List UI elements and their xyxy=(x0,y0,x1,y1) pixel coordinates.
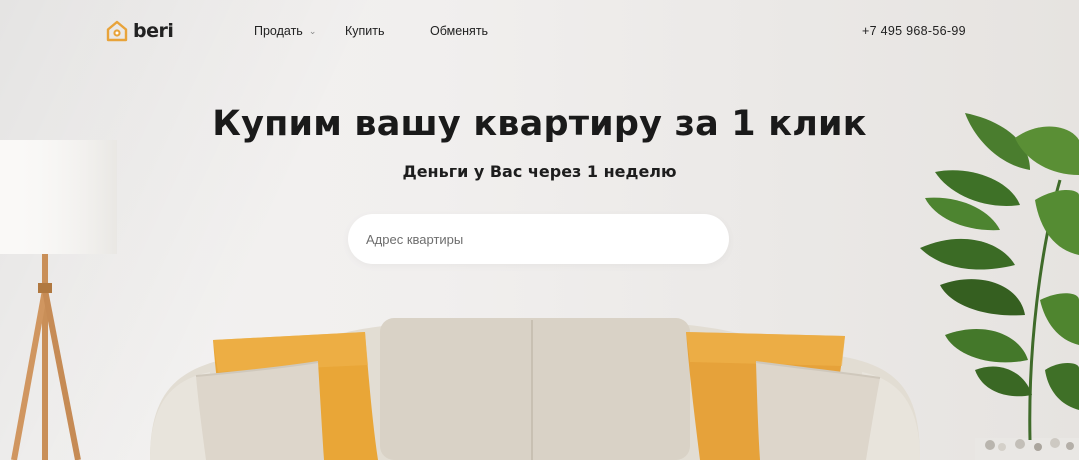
nav-item-sell-label: Продать xyxy=(254,24,303,38)
plant-pot xyxy=(975,438,1079,460)
house-logo-icon xyxy=(106,20,128,42)
hero-section: beri Продать ⌄ Купить Обменять +7 495 968… xyxy=(0,0,1079,460)
page-subtitle: Деньги у Вас через 1 неделю xyxy=(402,162,677,181)
site-header: beri Продать ⌄ Купить Обменять +7 495 968… xyxy=(0,0,1079,62)
nav-item-sell[interactable]: Продать ⌄ xyxy=(254,24,316,38)
address-input[interactable] xyxy=(348,214,729,264)
page-title: Купим вашу квартиру за 1 клик xyxy=(212,104,867,144)
nav-item-exchange[interactable]: Обменять xyxy=(430,24,488,38)
logo[interactable]: beri xyxy=(106,19,174,43)
nav-item-buy[interactable]: Купить xyxy=(345,24,385,38)
logo-text: beri xyxy=(133,20,174,42)
phone-link[interactable]: +7 495 968-56-99 xyxy=(862,24,966,38)
chevron-down-icon: ⌄ xyxy=(308,26,317,36)
right-pillows xyxy=(686,332,881,460)
